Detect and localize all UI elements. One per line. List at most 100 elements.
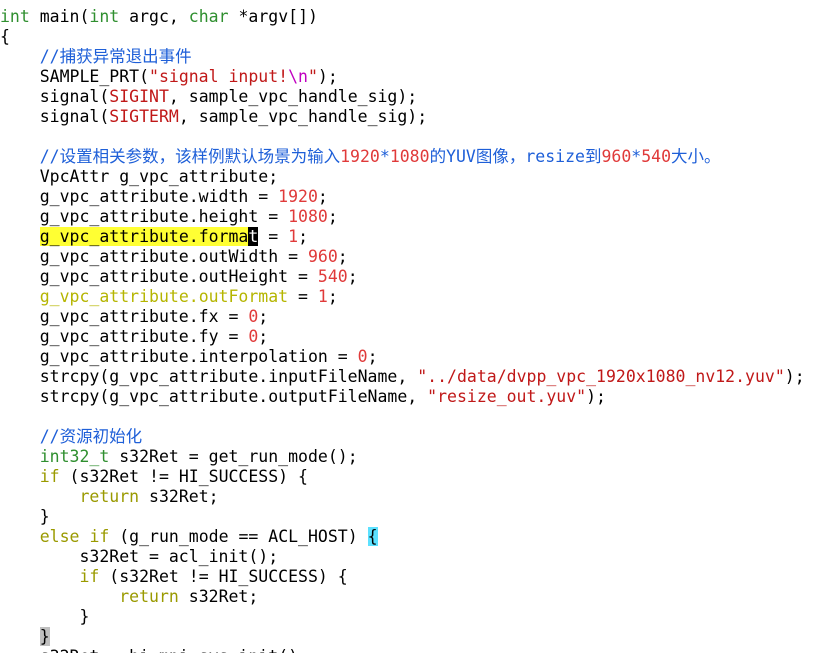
code-line[interactable]: g_vpc_attribute.outHeight = 540;: [0, 267, 358, 287]
code-line[interactable]: signal(SIGTERM, sample_vpc_handle_sig);: [0, 107, 427, 127]
code-token: ;: [367, 347, 378, 366]
string-token: SIGTERM: [109, 107, 179, 126]
code-line[interactable]: //设置相关参数，该样例默认场景为输入1920*1080的YUV图像，resiz…: [0, 147, 721, 167]
code-token: g_vpc_attribute.outHeight =: [0, 267, 318, 286]
code-token: *argv[]): [228, 7, 318, 26]
string-token: "../data/dvpp_vpc_1920x1080_nv12.yuv": [417, 367, 785, 386]
code-token: VpcAttr g_vpc_attribute;: [0, 167, 279, 186]
code-line[interactable]: strcpy(g_vpc_attribute.inputFileName, ".…: [0, 367, 805, 387]
code-token: g_vpc_attribute.outFormat: [39, 287, 289, 306]
comment-token: //资源初始化: [39, 427, 143, 446]
code-token: ;: [317, 187, 328, 206]
code-token: }: [0, 607, 90, 626]
code-line[interactable]: //捕获异常退出事件: [0, 47, 192, 67]
bracket-match: }: [39, 627, 50, 646]
number-token: 1920: [340, 147, 380, 166]
code-line[interactable]: if (s32Ret != HI_SUCCESS) {: [0, 467, 308, 487]
code-token: s32Ret = acl_init();: [0, 547, 279, 566]
comment-token: *: [379, 147, 390, 166]
code-line[interactable]: VpcAttr g_vpc_attribute;: [0, 167, 278, 187]
keyword-token: return: [79, 487, 140, 506]
code-token: s32Ret;: [139, 487, 219, 506]
code-token: strcpy(g_vpc_attribute.outputFileName,: [0, 387, 428, 406]
code-line[interactable]: //资源初始化: [0, 427, 142, 447]
code-line[interactable]: }: [0, 627, 50, 647]
code-token: ;: [337, 247, 348, 266]
code-line[interactable]: g_vpc_attribute.height = 1080;: [0, 207, 338, 227]
code-token: );: [317, 67, 338, 86]
keyword-token: int32_t: [39, 447, 110, 466]
code-token: s32Ret;: [178, 587, 259, 606]
code-token: s32Ret = hi_mpi_sys_init();: [0, 647, 308, 653]
number-token: 1080: [389, 147, 430, 166]
string-token: ": [307, 67, 318, 86]
code-line[interactable]: g_vpc_attribute.outFormat = 1;: [0, 287, 338, 307]
code-line[interactable]: if (s32Ret != HI_SUCCESS) {: [0, 567, 347, 587]
code-token: g_vpc_attribute.interpolation =: [0, 347, 358, 366]
code-line[interactable]: }: [0, 607, 89, 627]
number-token: 0: [248, 307, 259, 326]
code-token: g_vpc_attribute.width =: [0, 187, 279, 206]
string-token: "signal input!: [149, 67, 289, 86]
code-line[interactable]: return s32Ret;: [0, 487, 219, 507]
number-token: 1920: [278, 187, 318, 206]
string-token: \n: [288, 67, 308, 86]
number-token: 0: [248, 327, 259, 346]
code-token: );: [586, 387, 606, 406]
code-line[interactable]: }: [0, 507, 50, 527]
code-line[interactable]: g_vpc_attribute.outWidth = 960;: [0, 247, 348, 267]
number-token: 960: [307, 247, 338, 266]
code-line[interactable]: s32Ret = hi_mpi_sys_init();: [0, 647, 308, 653]
code-token: , sample_vpc_handle_sig);: [168, 87, 418, 106]
comment-token: //设置相关参数，该样例默认场景为输入: [39, 147, 341, 166]
code-line[interactable]: SAMPLE_PRT("signal input!\n");: [0, 67, 338, 87]
code-token: g_vpc_attribute.outWidth =: [0, 247, 308, 266]
number-token: 1: [288, 227, 299, 246]
code-line[interactable]: {: [0, 27, 10, 47]
code-line[interactable]: s32Ret = acl_init();: [0, 547, 278, 567]
code-token: signal(: [0, 107, 110, 126]
code-line[interactable]: int main(int argc, char *argv[]): [0, 7, 318, 27]
code-line[interactable]: strcpy(g_vpc_attribute.outputFileName, "…: [0, 387, 606, 407]
code-token: ;: [258, 327, 269, 346]
code-line[interactable]: g_vpc_attribute.interpolation = 0;: [0, 347, 378, 367]
code-line[interactable]: g_vpc_attribute.width = 1920;: [0, 187, 328, 207]
code-line[interactable]: return s32Ret;: [0, 587, 258, 607]
search-highlight: g_vpc_attribute.forma: [39, 227, 249, 246]
code-line[interactable]: g_vpc_attribute.fy = 0;: [0, 327, 269, 347]
code-line[interactable]: signal(SIGINT, sample_vpc_handle_sig);: [0, 87, 418, 107]
bracket-match: {: [367, 527, 378, 546]
code-token: ;: [327, 207, 338, 226]
code-token: {: [0, 27, 10, 46]
code-token: =: [288, 287, 318, 306]
code-line[interactable]: g_vpc_attribute.fx = 0;: [0, 307, 269, 327]
code-line[interactable]: int32_t s32Ret = get_run_mode();: [0, 447, 358, 467]
keyword-token: char: [188, 7, 229, 26]
comment-token: *: [631, 147, 642, 166]
code-token: argc,: [119, 7, 189, 26]
code-line[interactable]: g_vpc_attribute.format = 1;: [0, 227, 308, 247]
code-token: g_vpc_attribute.fy =: [0, 327, 249, 346]
keyword-token: if: [79, 567, 100, 586]
code-token: signal(: [0, 87, 110, 106]
code-token: ;: [347, 267, 358, 286]
code-token: =: [258, 227, 289, 246]
code-token: s32Ret = get_run_mode();: [109, 447, 358, 466]
keyword-token: if: [89, 527, 110, 546]
code-token: SAMPLE_PRT(: [0, 67, 150, 86]
code-token: ;: [258, 307, 269, 326]
code-editor[interactable]: int main(int argc, char *argv[]){ //捕获异常…: [0, 0, 840, 653]
code-line[interactable]: else if (g_run_mode == ACL_HOST) {: [0, 527, 378, 547]
keyword-token: int: [0, 7, 30, 26]
keyword-token: else: [39, 527, 80, 546]
